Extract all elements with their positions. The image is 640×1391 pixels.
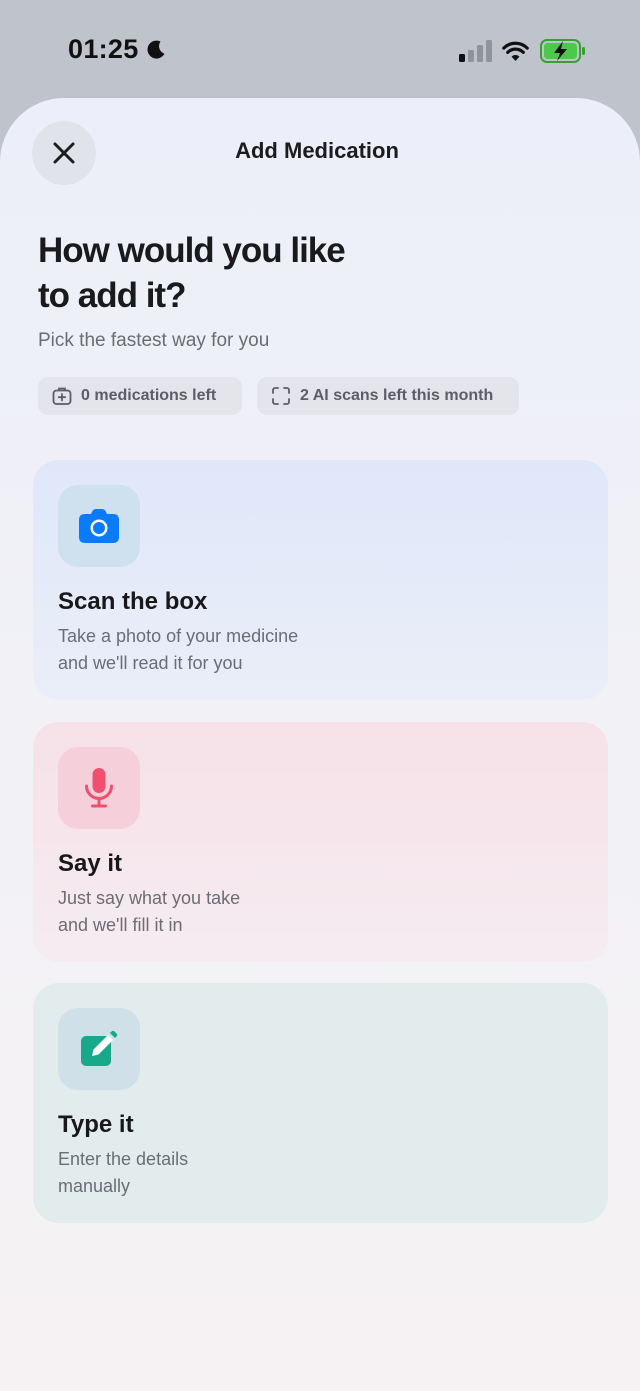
edit-pencil-icon [81, 1030, 118, 1066]
microphone-icon [85, 768, 113, 808]
medkit-icon [52, 387, 72, 405]
option-title: Type it [58, 1111, 134, 1138]
type-icon-tile [58, 1008, 140, 1090]
ai-scans-left-label: 2 AI scans left this month [300, 387, 494, 404]
option-description-line-1: Take a photo of your medicine [58, 626, 299, 646]
option-description: Enter the details manually [58, 1146, 378, 1200]
option-description-line-1: Enter the details [58, 1149, 189, 1169]
status-time: 01:25 [68, 34, 139, 64]
say-icon-tile [58, 747, 140, 829]
battery-charging-icon [540, 39, 585, 63]
sheet-title: Add Medication [235, 138, 399, 163]
option-description-line-2: manually [58, 1176, 131, 1196]
option-title: Say it [58, 850, 123, 877]
page-headline: How would you like to add it? [38, 228, 458, 318]
option-title: Scan the box [58, 588, 208, 615]
type-it-option[interactable]: Type it Enter the details manually [33, 983, 608, 1223]
moon-icon [147, 40, 165, 59]
cellular-signal-icon [459, 40, 492, 62]
say-it-option[interactable]: Say it Just say what you take and we'll … [33, 722, 608, 962]
scan-the-box-option[interactable]: Scan the box Take a photo of your medici… [33, 460, 608, 700]
status-bar: 01:25 [0, 0, 640, 100]
medications-left-label: 0 medications left [81, 387, 217, 404]
headline-line-2: to add it? [38, 276, 186, 315]
headline-line-1: How would you like [38, 231, 346, 270]
medications-left-badge: 0 medications left [38, 377, 242, 415]
page-subtitle: Pick the fastest way for you [38, 330, 270, 351]
option-description-line-2: and we'll fill it in [58, 915, 183, 935]
scan-frame-icon [272, 387, 290, 405]
option-description-line-2: and we'll read it for you [58, 653, 243, 673]
camera-icon [79, 509, 119, 543]
add-medication-sheet: Add Medication How would you like to add… [0, 98, 640, 1391]
option-description: Take a photo of your medicine and we'll … [58, 623, 378, 677]
option-description: Just say what you take and we'll fill it… [58, 885, 378, 939]
wifi-icon [502, 41, 529, 61]
scan-icon-tile [58, 485, 140, 567]
option-description-line-1: Just say what you take [58, 888, 241, 908]
ai-scans-left-badge: 2 AI scans left this month [257, 377, 519, 415]
